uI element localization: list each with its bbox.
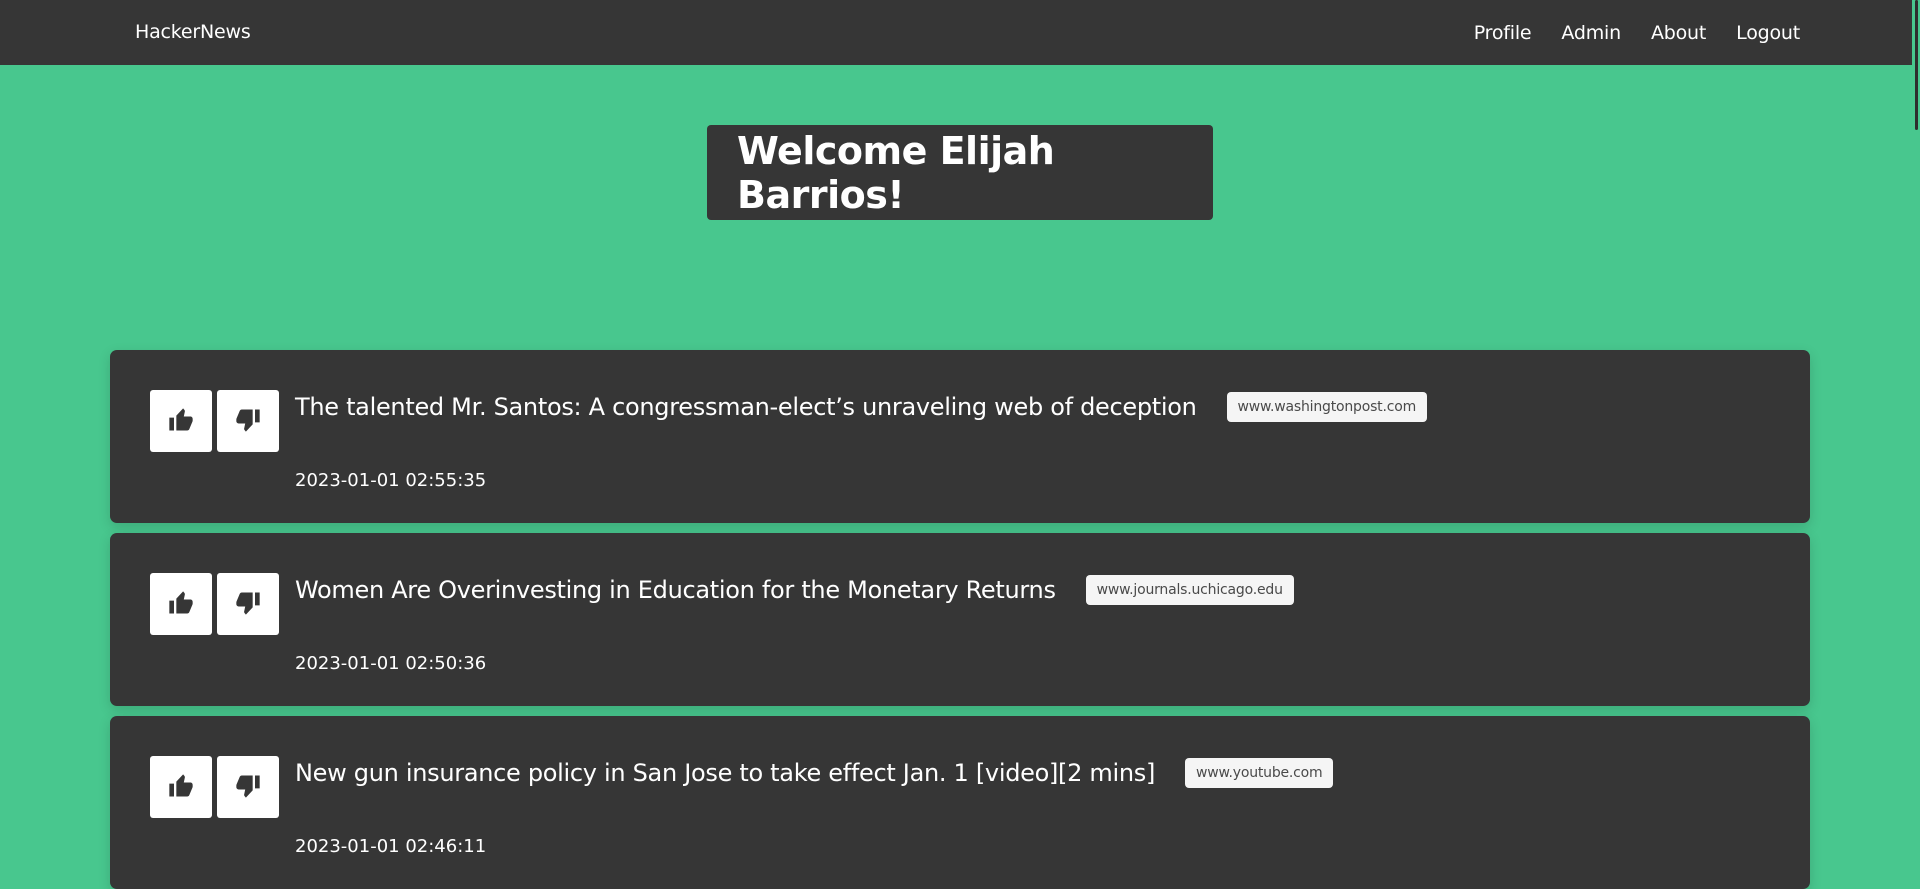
nav-links: Profile Admin About Logout bbox=[1474, 0, 1800, 65]
post-card: New gun insurance policy in San Jose to … bbox=[110, 716, 1810, 889]
nav-link-about[interactable]: About bbox=[1651, 22, 1706, 44]
post-domain-tag[interactable]: www.journals.uchicago.edu bbox=[1085, 575, 1294, 605]
nav-link-profile[interactable]: Profile bbox=[1474, 22, 1532, 44]
thumbs-up-icon bbox=[167, 772, 195, 803]
nav-link-admin[interactable]: Admin bbox=[1561, 22, 1621, 44]
upvote-button[interactable] bbox=[150, 756, 212, 818]
post-domain-tag[interactable]: www.youtube.com bbox=[1185, 758, 1334, 788]
welcome-title: Welcome Elijah Barrios! bbox=[737, 128, 1055, 217]
post-timestamp: 2023-01-01 02:46:11 bbox=[295, 836, 487, 857]
post-timestamp: 2023-01-01 02:55:35 bbox=[295, 470, 487, 491]
post-header: New gun insurance policy in San Jose to … bbox=[295, 756, 1334, 790]
downvote-button[interactable] bbox=[217, 573, 279, 635]
welcome-banner: Welcome Elijah Barrios! bbox=[707, 125, 1213, 220]
upvote-button[interactable] bbox=[150, 390, 212, 452]
post-header: Women Are Overinvesting in Education for… bbox=[295, 573, 1294, 607]
page-scrollbar[interactable] bbox=[1912, 0, 1920, 877]
downvote-button[interactable] bbox=[217, 756, 279, 818]
thumbs-up-icon bbox=[167, 406, 195, 437]
thumbs-down-icon bbox=[234, 772, 262, 803]
scrollbar-thumb[interactable] bbox=[1915, 0, 1918, 130]
post-domain-tag[interactable]: www.washingtonpost.com bbox=[1226, 392, 1428, 422]
navbar: HackerNews Profile Admin About Logout bbox=[0, 0, 1920, 65]
downvote-button[interactable] bbox=[217, 390, 279, 452]
brand-link[interactable]: HackerNews bbox=[135, 0, 251, 65]
post-timestamp: 2023-01-01 02:50:36 bbox=[295, 653, 487, 674]
post-title-link[interactable]: New gun insurance policy in San Jose to … bbox=[295, 759, 1155, 787]
nav-link-logout[interactable]: Logout bbox=[1736, 22, 1800, 44]
post-card: Women Are Overinvesting in Education for… bbox=[110, 533, 1810, 706]
post-title-link[interactable]: Women Are Overinvesting in Education for… bbox=[295, 576, 1056, 604]
thumbs-down-icon bbox=[234, 406, 262, 437]
post-card: The talented Mr. Santos: A congressman-e… bbox=[110, 350, 1810, 523]
thumbs-up-icon bbox=[167, 589, 195, 620]
upvote-button[interactable] bbox=[150, 573, 212, 635]
post-header: The talented Mr. Santos: A congressman-e… bbox=[295, 390, 1428, 424]
post-title-link[interactable]: The talented Mr. Santos: A congressman-e… bbox=[295, 393, 1197, 421]
thumbs-down-icon bbox=[234, 589, 262, 620]
